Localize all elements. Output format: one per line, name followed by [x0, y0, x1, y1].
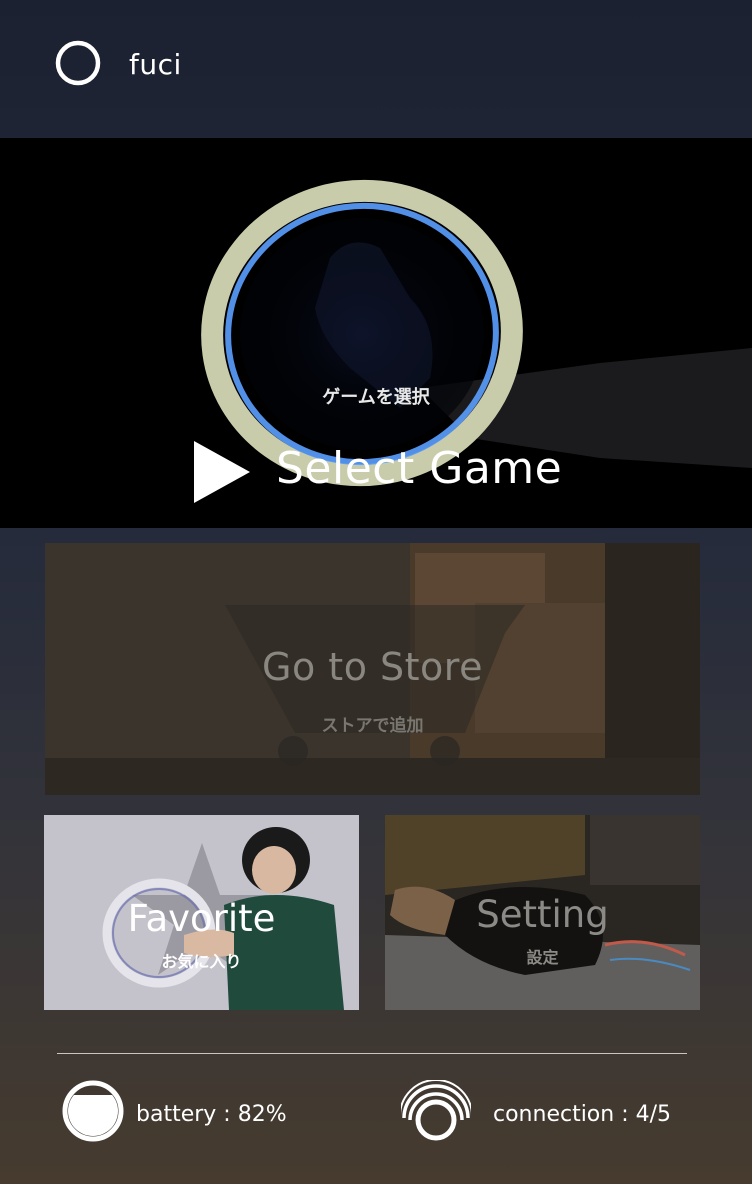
- favorite-title: Favorite: [127, 897, 276, 940]
- app-name: fuci: [129, 48, 182, 81]
- favorite-tile[interactable]: Favorite お気に入り: [44, 815, 359, 1010]
- connection-signal-icon: [401, 1080, 471, 1141]
- favorite-subtitle: お気に入り: [161, 952, 242, 971]
- setting-tile[interactable]: Setting 設定: [385, 815, 700, 1010]
- store-title: Go to Store: [262, 645, 483, 689]
- setting-title: Setting: [476, 893, 609, 936]
- battery-level-fill: [68, 1095, 118, 1136]
- select-game-subtitle: ゲームを選択: [322, 387, 430, 408]
- app-header: fuci: [0, 0, 752, 138]
- connection-status: connection : 4/5: [493, 1102, 672, 1127]
- store-subtitle: ストアで追加: [321, 716, 424, 736]
- footer-divider: [57, 1053, 687, 1054]
- play-icon: [194, 441, 250, 503]
- ring-logo-icon: [55, 40, 101, 86]
- setting-subtitle: 設定: [526, 948, 559, 967]
- battery-icon: [62, 1080, 124, 1142]
- select-game-title: Select Game: [276, 443, 563, 494]
- select-game-tile[interactable]: Select Game ゲームを選択: [0, 138, 752, 528]
- store-tile[interactable]: Go to Store ストアで追加: [45, 543, 700, 795]
- battery-status: battery : 82%: [136, 1102, 287, 1127]
